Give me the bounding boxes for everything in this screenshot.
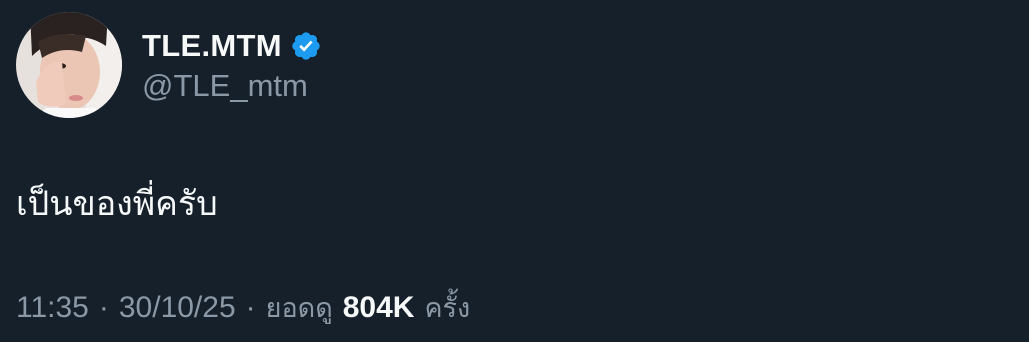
views-count: 804K — [342, 291, 415, 324]
meta-separator: · — [98, 291, 109, 324]
tweet-time[interactable]: 11:35 — [16, 291, 89, 325]
avatar-image — [16, 12, 122, 118]
tweet-text: เป็นของพี่ครับ — [16, 184, 218, 224]
verified-badge-icon — [290, 30, 322, 62]
display-name[interactable]: TLE.MTM — [142, 28, 282, 64]
author-handle[interactable]: @TLE_mtm — [142, 68, 308, 104]
views-label: ยอดดู — [265, 293, 333, 324]
tweet-date[interactable]: 30/10/25 — [119, 291, 236, 325]
tweet: TLE.MTM @TLE_mtm เป็นของพี่ครับ 11:35 · … — [0, 0, 1029, 342]
views-suffix: ครั้ง — [424, 293, 471, 324]
meta-separator: · — [245, 291, 256, 324]
tweet-meta: 11:35 · 30/10/25 · ยอดดู 804K ครั้ง — [16, 286, 470, 329]
avatar[interactable] — [16, 12, 122, 118]
author-name-row: TLE.MTM — [142, 26, 322, 66]
